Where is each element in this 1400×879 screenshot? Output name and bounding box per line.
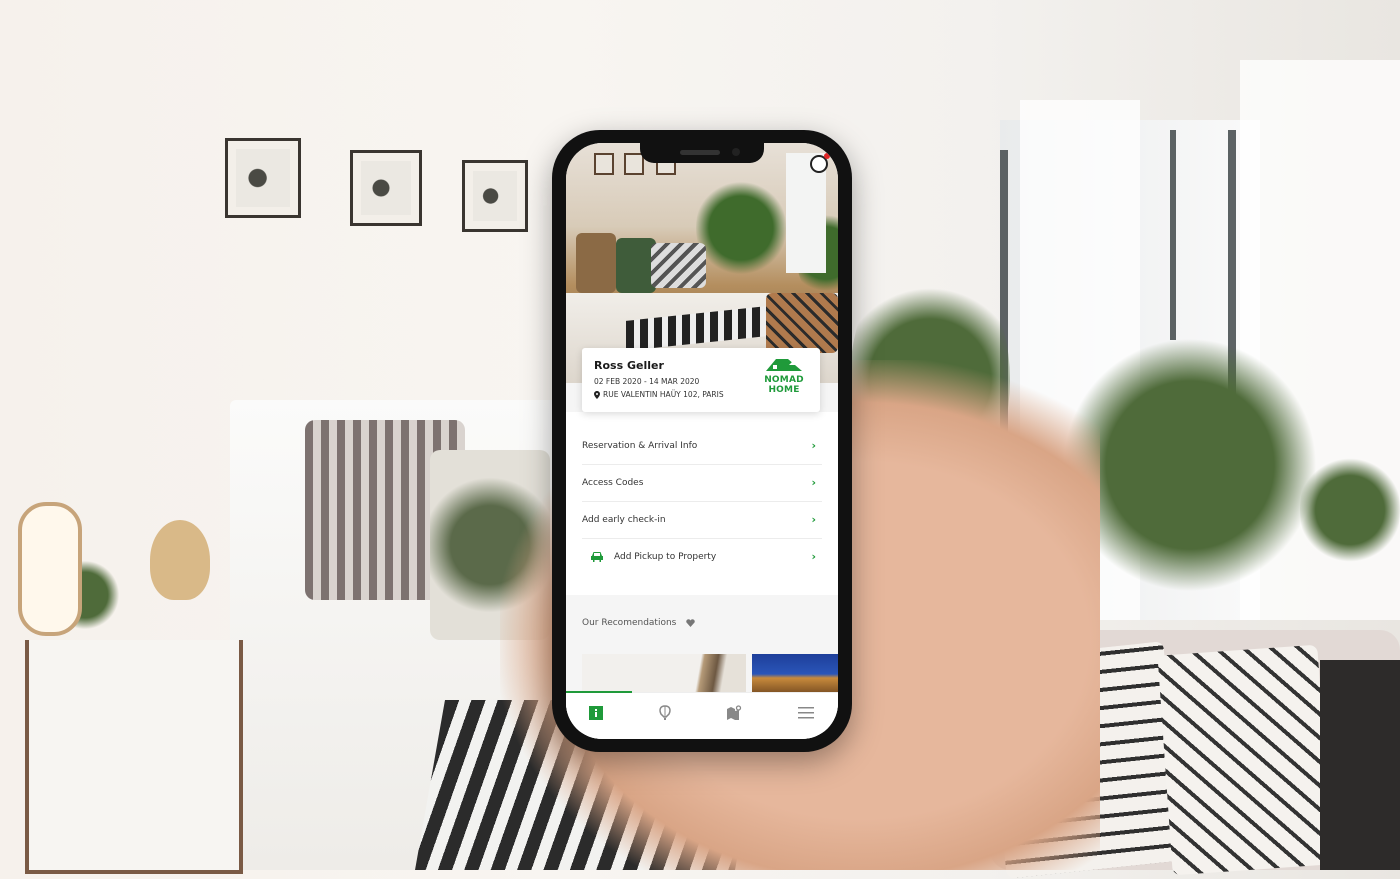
stay-dates: 02 FEB 2020 - 14 MAR 2020 [594, 377, 700, 386]
recommendation-card-notre-dame[interactable] [752, 654, 838, 694]
wall-picture [594, 153, 614, 175]
menu-item-reservation[interactable]: Reservation & Arrival Info › [582, 427, 822, 465]
property-hero-image [566, 143, 838, 383]
nomad-home-logo: NOMAD HOME [762, 356, 806, 400]
plant [1300, 440, 1400, 580]
chevron-right-icon: › [811, 550, 816, 563]
tab-experiences[interactable] [657, 705, 673, 721]
active-tab-indicator [566, 691, 632, 693]
wall-picture [624, 153, 644, 175]
address-text: RUE VALENTIN HAÜY 102, PARIS [603, 390, 724, 399]
logo-text-nomad: NOMAD [764, 375, 804, 385]
plant [696, 173, 786, 283]
chevron-right-icon: › [811, 439, 816, 452]
property-address: RUE VALENTIN HAÜY 102, PARIS [594, 390, 724, 399]
car-icon [591, 552, 603, 562]
pillow [576, 233, 616, 293]
hamburger-menu-icon [798, 707, 814, 719]
wall-art-2 [350, 150, 422, 226]
tab-menu[interactable] [798, 705, 814, 721]
phone: Ross Geller 02 FEB 2020 - 14 MAR 2020 RU… [552, 130, 852, 752]
info-icon [589, 706, 603, 720]
chevron-right-icon: › [811, 476, 816, 489]
hot-air-balloon-icon [659, 705, 671, 720]
menu-item-early-checkin[interactable]: Add early check-in › [582, 501, 822, 539]
house-roof-icon [766, 359, 802, 371]
reservation-card: Ross Geller 02 FEB 2020 - 14 MAR 2020 RU… [582, 348, 820, 412]
menu-item-label: Add Pickup to Property [614, 551, 717, 562]
leaf-decor [150, 520, 210, 600]
tab-map[interactable] [726, 705, 742, 721]
phone-notch [640, 143, 764, 163]
logo-text-home: HOME [768, 385, 800, 395]
bottom-tab-bar [566, 691, 838, 739]
speaker [680, 150, 720, 155]
nightstand [25, 640, 243, 874]
recommendation-card-building[interactable] [582, 654, 746, 694]
camera [732, 148, 740, 156]
dresser [1320, 660, 1400, 870]
menu-item-pickup[interactable]: Add Pickup to Property › [582, 538, 822, 575]
pillow [616, 238, 656, 293]
location-pin-icon [594, 390, 600, 399]
tab-info[interactable] [588, 705, 604, 721]
recommendations-header: Our Recomendations [582, 618, 696, 628]
menu-item-label: Add early check-in [582, 514, 666, 525]
profile-notification-icon[interactable] [810, 153, 830, 173]
pillow [651, 243, 706, 288]
wall-art-1 [225, 138, 301, 218]
heart-icon [686, 619, 696, 627]
cushion [1157, 644, 1333, 876]
app-screen: Ross Geller 02 FEB 2020 - 14 MAR 2020 RU… [566, 143, 838, 739]
wall-art-3 [462, 160, 528, 232]
menu-item-label: Access Codes [582, 477, 644, 488]
menu-item-access-codes[interactable]: Access Codes › [582, 464, 822, 502]
lamp [18, 502, 82, 636]
cushion [766, 293, 838, 353]
recommendations-title: Our Recomendations [582, 618, 677, 628]
menu-list: Reservation & Arrival Info › Access Code… [566, 412, 838, 595]
menu-item-label: Reservation & Arrival Info [582, 440, 698, 451]
guest-name: Ross Geller [594, 359, 664, 372]
map-pin-icon [727, 705, 742, 720]
chevron-right-icon: › [811, 513, 816, 526]
